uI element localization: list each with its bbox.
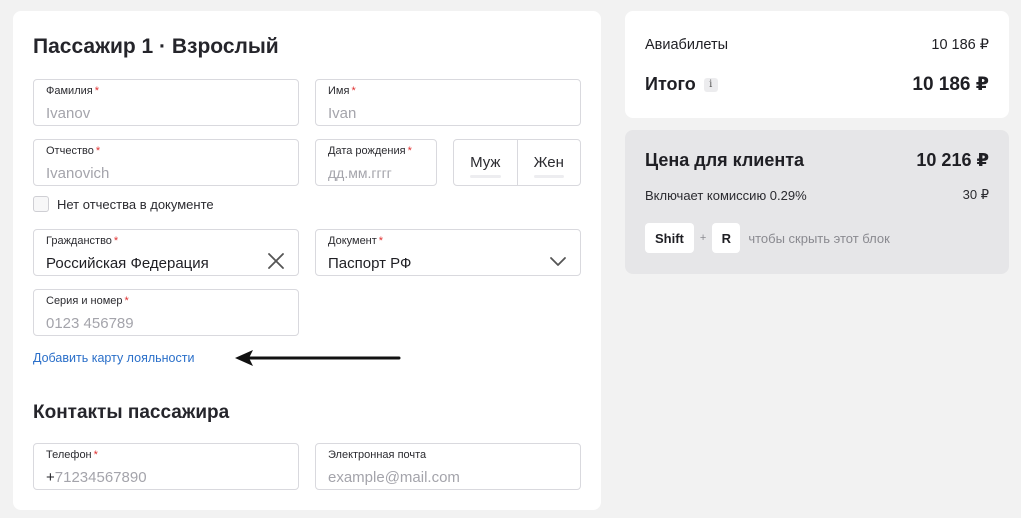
email-placeholder: example@mail.com bbox=[328, 469, 460, 486]
chevron-down-icon[interactable] bbox=[548, 251, 568, 271]
gender-toggle: Муж Жен bbox=[453, 139, 581, 186]
last-name-placeholder: Ivanov bbox=[46, 105, 91, 122]
required-mark: * bbox=[93, 449, 98, 461]
citizenship-value: Российская Федерация bbox=[46, 255, 209, 272]
document-value: Паспорт РФ bbox=[328, 255, 412, 272]
document-number-placeholder: 0123 456789 bbox=[46, 315, 134, 332]
last-name-field[interactable]: Фамилия * Ivanov bbox=[33, 79, 299, 126]
tickets-value: 10 186 ₽ bbox=[931, 37, 989, 53]
email-label: Электронная почта bbox=[328, 449, 427, 461]
shortcut-hint: Shift + R чтобы скрыть этот блок bbox=[645, 223, 890, 253]
add-loyalty-card-link[interactable]: Добавить карту лояльности bbox=[33, 351, 194, 365]
r-key: R bbox=[712, 223, 741, 253]
client-price-title: Цена для клиента bbox=[645, 150, 805, 170]
gender-male-label: Муж bbox=[470, 154, 501, 171]
order-summary-card: Авиабилеты 10 186 ₽ Итого i 10 186 ₽ bbox=[625, 11, 1009, 118]
first-name-label: Имя bbox=[328, 85, 350, 97]
gender-male-button[interactable]: Муж bbox=[454, 140, 517, 185]
commission-label: Включает комиссию 0.29% bbox=[645, 187, 807, 203]
client-price-value: 10 216 ₽ bbox=[916, 150, 989, 170]
client-price-card: Цена для клиента 10 216 ₽ Включает комис… bbox=[625, 130, 1009, 274]
document-label: Документ bbox=[328, 235, 377, 247]
clear-icon[interactable] bbox=[266, 251, 286, 271]
passenger-title: Пассажир 1 · Взрослый bbox=[33, 35, 279, 58]
gender-female-label: Жен bbox=[533, 154, 564, 171]
document-number-label: Серия и номер bbox=[46, 295, 123, 307]
phone-prefix: + bbox=[46, 469, 55, 486]
required-mark: * bbox=[124, 295, 129, 307]
required-mark: * bbox=[407, 145, 412, 157]
required-mark: * bbox=[94, 85, 99, 97]
email-field[interactable]: Электронная почта example@mail.com bbox=[315, 443, 581, 490]
phone-field[interactable]: Телефон * +71234567890 bbox=[33, 443, 299, 490]
document-number-field[interactable]: Серия и номер * 0123 456789 bbox=[33, 289, 299, 336]
middle-name-label: Отчество bbox=[46, 145, 94, 157]
citizenship-field[interactable]: Гражданство * Российская Федерация bbox=[33, 229, 299, 276]
shift-key: Shift bbox=[645, 223, 694, 253]
middle-name-placeholder: Ivanovich bbox=[46, 165, 110, 182]
contacts-title: Контакты пассажира bbox=[33, 402, 230, 423]
arrow-left-icon bbox=[235, 350, 401, 366]
required-mark: * bbox=[378, 235, 384, 247]
required-mark: * bbox=[351, 85, 356, 97]
plus-sign: + bbox=[699, 232, 707, 244]
info-icon[interactable]: i bbox=[703, 77, 718, 92]
first-name-placeholder: Ivan bbox=[328, 105, 357, 122]
last-name-label: Фамилия bbox=[46, 85, 93, 97]
total-label: Итого bbox=[645, 74, 696, 94]
tickets-label: Авиабилеты bbox=[645, 37, 729, 53]
citizenship-label: Гражданство bbox=[46, 235, 112, 247]
no-middle-name-row[interactable]: Нет отчества в документе bbox=[33, 196, 214, 212]
phone-label: Телефон bbox=[46, 449, 92, 461]
total-value: 10 186 ₽ bbox=[912, 74, 989, 95]
no-middle-name-label: Нет отчества в документе bbox=[57, 196, 214, 212]
birth-date-label: Дата рождения bbox=[328, 145, 406, 157]
document-field[interactable]: Документ * Паспорт РФ bbox=[315, 229, 581, 276]
commission-value: 30 ₽ bbox=[962, 187, 989, 202]
no-middle-name-checkbox[interactable] bbox=[33, 196, 49, 212]
birth-date-field[interactable]: Дата рождения * дд.мм.гггг bbox=[315, 139, 437, 186]
phone-placeholder: 71234567890 bbox=[54, 469, 147, 486]
shortcut-hint-text: чтобы скрыть этот блок bbox=[748, 230, 890, 246]
birth-date-placeholder: дд.мм.гггг bbox=[328, 165, 392, 181]
gender-female-button[interactable]: Жен bbox=[516, 140, 581, 185]
middle-name-field[interactable]: Отчество * Ivanovich bbox=[33, 139, 299, 186]
required-mark: * bbox=[95, 145, 101, 157]
required-mark: * bbox=[113, 235, 119, 247]
passenger-form-card: Пассажир 1 · Взрослый Фамилия * Ivanov Им… bbox=[13, 11, 601, 510]
first-name-field[interactable]: Имя * Ivan bbox=[315, 79, 581, 126]
